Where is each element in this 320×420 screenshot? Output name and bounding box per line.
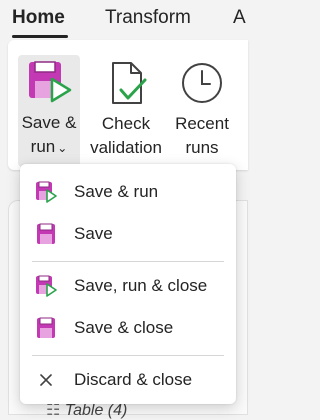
save-run-label-line2: run <box>30 137 56 156</box>
save-and-run-button[interactable]: Save & run ⌄ <box>18 55 80 167</box>
menu-item-save-run-close[interactable]: Save, run & close <box>20 266 236 306</box>
tab-home[interactable]: Home <box>12 7 65 29</box>
ribbon-panel: Save & run ⌄ Check validation Recent runs <box>8 40 248 170</box>
menu-item-discard-and-close[interactable]: Discard & close <box>20 360 236 400</box>
save-run-icon <box>36 275 57 297</box>
recent-runs-line2: runs <box>185 138 219 157</box>
menu-item-label: Save, run & close <box>74 276 208 295</box>
close-icon <box>40 374 52 386</box>
clock-icon <box>182 63 222 103</box>
menu-item-label: Save <box>74 224 113 243</box>
menu-item-save-and-run[interactable]: Save & run <box>20 172 236 212</box>
menu-item-save-and-close[interactable]: Save & close <box>20 308 236 348</box>
chevron-down-icon: ⌄ <box>57 140 68 155</box>
save-run-label-line1: Save & <box>21 113 77 132</box>
check-document-icon <box>112 62 147 104</box>
menu-separator <box>32 261 224 262</box>
check-validation-line2: validation <box>90 138 162 157</box>
menu-item-label: Discard & close <box>74 370 193 389</box>
ribbon-tabs: Home Transform A <box>0 0 246 38</box>
check-validation-button[interactable]: Check validation <box>86 56 166 160</box>
save-icon <box>37 317 55 338</box>
active-tab-indicator <box>12 35 68 38</box>
menu-item-label: Save & close <box>74 318 174 337</box>
save-run-icon <box>29 61 72 103</box>
menu-item-label: Save & run <box>74 182 159 201</box>
save-icon <box>37 223 55 244</box>
menu-item-save[interactable]: Save <box>20 214 236 254</box>
save-run-icon <box>36 181 57 203</box>
check-validation-line1: Check <box>101 114 151 133</box>
save-dropdown-menu: Save & run Save Save, run & close Save &… <box>20 164 236 404</box>
recent-runs-button[interactable]: Recent runs <box>166 56 238 160</box>
menu-separator <box>32 355 224 356</box>
tab-a[interactable]: A <box>233 7 246 29</box>
recent-runs-line1: Recent <box>175 114 229 133</box>
tab-transform[interactable]: Transform <box>105 7 191 29</box>
